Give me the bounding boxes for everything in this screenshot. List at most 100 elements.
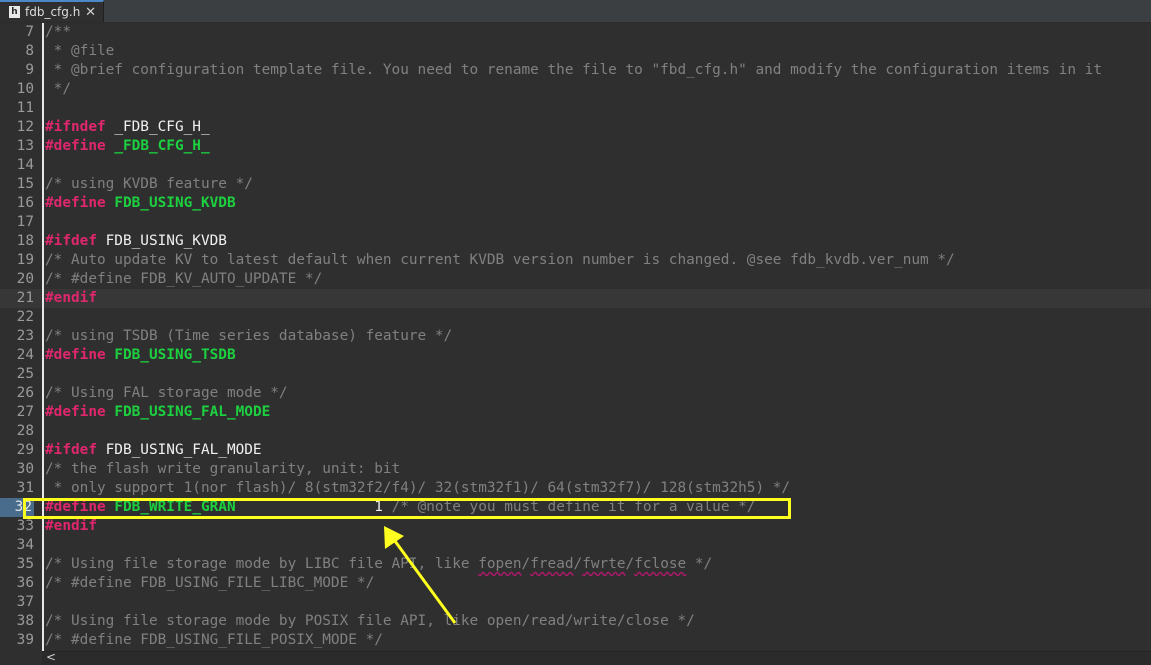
code-line[interactable]: 33 #endif <box>0 517 1151 536</box>
editor-tab-bar: h fdb_cfg.h ✕ <box>0 0 1151 23</box>
code-line[interactable]: 30 /* the flash write granularity, unit: … <box>0 460 1151 479</box>
line-number: 38 <box>16 613 34 629</box>
tab-fdb-cfg-h[interactable]: h fdb_cfg.h ✕ <box>0 0 104 22</box>
code-line[interactable]: 12 #ifndef _FDB_CFG_H_ <box>0 118 1151 137</box>
code-token: /* #define FDB_USING_FILE_LIBC_MODE */ <box>45 575 375 591</box>
code-text: #define FDB_WRITE_GRAN 1 /* @note you mu… <box>45 498 755 517</box>
code-token: #define <box>45 499 106 515</box>
code-line[interactable]: 28 <box>0 422 1151 441</box>
code-line[interactable]: 35 /* Using file storage mode by LIBC fil… <box>0 555 1151 574</box>
code-editor[interactable]: 7 /** 8 * @file 9 * @brief configuration te… <box>0 23 1151 651</box>
code-line[interactable]: 26 /* Using FAL storage mode */ <box>0 384 1151 403</box>
code-line[interactable]: 11 <box>0 99 1151 118</box>
code-text: #endif <box>45 517 97 536</box>
code-line[interactable]: 37 <box>0 593 1151 612</box>
code-token: FDB_USING_KVDB <box>114 195 236 211</box>
line-number: 25 <box>16 366 34 382</box>
code-line[interactable]: 25 <box>0 365 1151 384</box>
code-line[interactable]: 19 /* Auto update KV to latest default wh… <box>0 251 1151 270</box>
gutter-divider <box>42 23 44 651</box>
line-number: 21 <box>16 290 34 306</box>
code-line[interactable]: 24 #define FDB_USING_TSDB <box>0 346 1151 365</box>
code-text: /** <box>45 23 71 42</box>
code-text: /* using KVDB feature */ <box>45 175 253 194</box>
code-token: FDB_USING_KVDB <box>96 233 227 249</box>
code-token: * only support 1(nor flash)/ 8(stm32f2/f… <box>45 480 791 496</box>
code-line[interactable]: 17 <box>0 213 1151 232</box>
code-token: #define <box>45 195 106 211</box>
line-number: 10 <box>16 81 34 97</box>
code-text: #define FDB_USING_TSDB <box>45 346 236 365</box>
code-text: * only support 1(nor flash)/ 8(stm32f2/f… <box>45 479 790 498</box>
line-number: 33 <box>16 518 34 534</box>
code-token: #define <box>45 404 106 420</box>
line-number: 7 <box>25 24 34 40</box>
code-token: FDB_WRITE_GRAN <box>114 499 236 515</box>
code-token: /* @note you must define it for a value … <box>382 499 756 515</box>
line-number: 34 <box>16 537 34 553</box>
code-line[interactable]: 14 <box>0 156 1151 175</box>
line-number: 22 <box>16 309 34 325</box>
code-token: fclose <box>634 556 687 572</box>
code-token: #ifdef <box>45 442 97 458</box>
line-number: 27 <box>16 404 34 420</box>
code-token: #ifdef <box>45 233 97 249</box>
code-line[interactable]: 10 */ <box>0 80 1151 99</box>
code-line[interactable]: 7 /** <box>0 23 1151 42</box>
code-line[interactable]: 39 /* #define FDB_USING_FILE_POSIX_MODE *… <box>0 631 1151 650</box>
code-line[interactable]: 13 #define _FDB_CFG_H_ <box>0 137 1151 156</box>
code-line[interactable]: 8 * @file <box>0 42 1151 61</box>
code-text: /* Using FAL storage mode */ <box>45 384 288 403</box>
code-text: /* #define FDB_USING_FILE_LIBC_MODE */ <box>45 574 374 593</box>
code-text: #ifdef FDB_USING_KVDB <box>45 232 227 251</box>
code-token: #endif <box>45 290 97 306</box>
code-line[interactable]: 23 /* using TSDB (Time series database) f… <box>0 327 1151 346</box>
line-number: 15 <box>16 176 34 192</box>
code-token: /* using KVDB feature */ <box>45 176 253 192</box>
code-line[interactable]: 16 #define FDB_USING_KVDB <box>0 194 1151 213</box>
code-token: FDB_USING_TSDB <box>114 347 236 363</box>
code-text: /* the flash write granularity, unit: bi… <box>45 460 400 479</box>
code-line[interactable]: 31 * only support 1(nor flash)/ 8(stm32f… <box>0 479 1151 498</box>
code-lines: 7 /** 8 * @file 9 * @brief configuration te… <box>0 23 1151 650</box>
line-number: 28 <box>16 423 34 439</box>
line-number: 37 <box>16 594 34 610</box>
code-line[interactable]: 9 * @brief configuration template file. … <box>0 61 1151 80</box>
code-line[interactable]: 32 #define FDB_WRITE_GRAN 1 /* @note you … <box>0 498 1151 517</box>
code-line[interactable]: 29 #ifdef FDB_USING_FAL_MODE <box>0 441 1151 460</box>
line-number: 13 <box>16 138 34 154</box>
code-line[interactable]: 34 <box>0 536 1151 555</box>
code-token: /* #define FDB_USING_FILE_POSIX_MODE */ <box>45 632 383 648</box>
line-number: 17 <box>16 214 34 230</box>
code-line[interactable]: 20 /* #define FDB_KV_AUTO_UPDATE */ <box>0 270 1151 289</box>
code-token: 1 <box>374 499 383 515</box>
code-text: * @file <box>45 42 115 61</box>
code-text: #endif <box>45 289 97 308</box>
line-number: 11 <box>16 100 34 116</box>
line-number: 14 <box>16 157 34 173</box>
line-number: 31 <box>16 480 34 496</box>
line-number: 19 <box>16 252 34 268</box>
horizontal-scrollbar[interactable]: < <box>42 650 1151 665</box>
code-token: /** <box>45 24 71 40</box>
code-token: / <box>625 556 635 572</box>
scroll-left-icon[interactable]: < <box>46 650 56 664</box>
line-number: 32 <box>0 498 34 517</box>
line-number: 36 <box>16 575 34 591</box>
line-number: 29 <box>16 442 34 458</box>
code-line[interactable]: 15 /* using KVDB feature */ <box>0 175 1151 194</box>
code-line[interactable]: 22 <box>0 308 1151 327</box>
code-text: /* using TSDB (Time series database) fea… <box>45 327 452 346</box>
line-number: 26 <box>16 385 34 401</box>
code-line[interactable]: 27 #define FDB_USING_FAL_MODE <box>0 403 1151 422</box>
code-line[interactable]: 36 /* #define FDB_USING_FILE_LIBC_MODE */ <box>0 574 1151 593</box>
close-icon[interactable]: ✕ <box>85 5 96 20</box>
code-line[interactable]: 38 /* Using file storage mode by POSIX fi… <box>0 612 1151 631</box>
code-token: _FDB_CFG_H_ <box>105 119 210 135</box>
code-text: /* #define FDB_USING_FILE_POSIX_MODE */ <box>45 631 383 650</box>
code-line[interactable]: 18 #ifdef FDB_USING_KVDB <box>0 232 1151 251</box>
code-text: */ <box>45 80 71 99</box>
code-token: FDB_USING_FAL_MODE <box>114 404 271 420</box>
code-line[interactable]: 21 #endif <box>0 289 1151 308</box>
line-number: 35 <box>16 556 34 572</box>
